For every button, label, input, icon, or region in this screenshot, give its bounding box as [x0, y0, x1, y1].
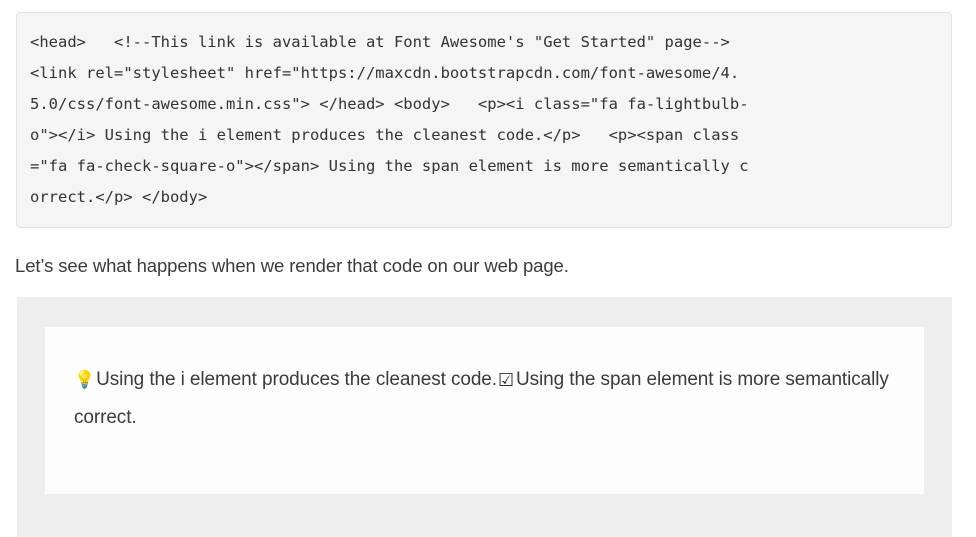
code-block: <head> <!--This link is available at Fon…	[16, 12, 952, 228]
body-paragraph: Let’s see what happens when we render th…	[15, 254, 569, 276]
lightbulb-outline-icon: 💡	[74, 370, 96, 390]
render-preview-page: 💡Using the i element produces the cleane…	[45, 327, 924, 494]
check-square-outline-icon: ☑	[497, 370, 515, 391]
render-preview-content: 💡Using the i element produces the cleane…	[74, 361, 904, 436]
render-preview-frame: 💡Using the i element produces the cleane…	[17, 297, 952, 537]
article-page: <head> <!--This link is available at Fon…	[0, 0, 976, 537]
code-block-text: <head> <!--This link is available at Fon…	[30, 33, 749, 206]
render-line-one: Using the i element produces the cleanes…	[96, 369, 497, 390]
